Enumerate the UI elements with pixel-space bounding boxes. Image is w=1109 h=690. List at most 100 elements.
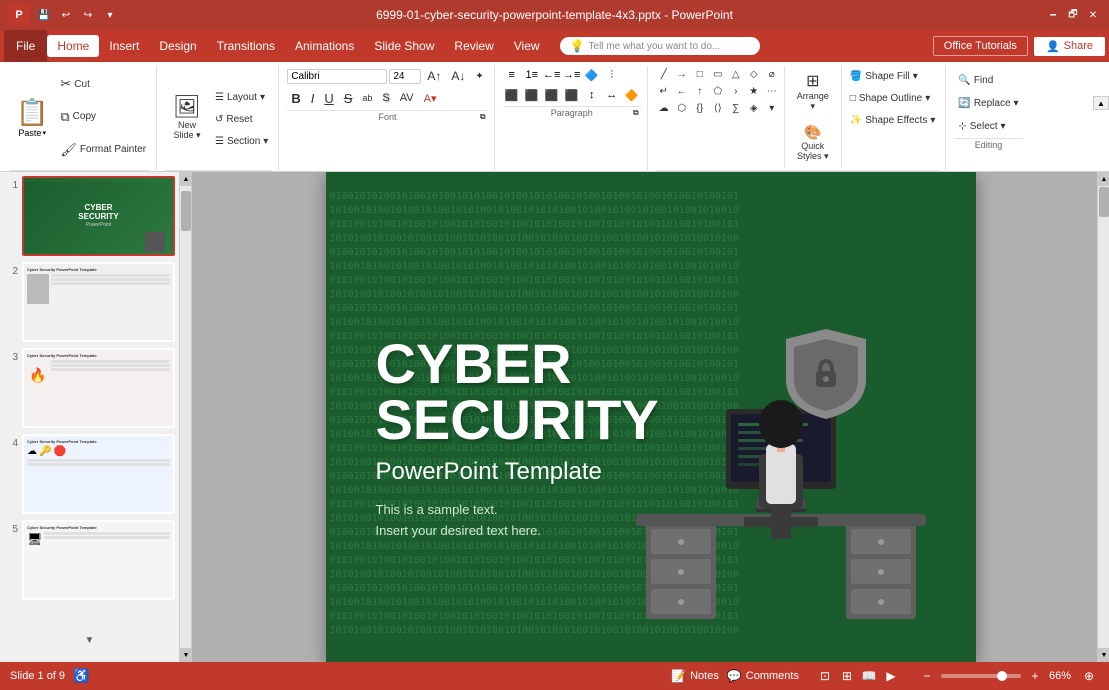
font-expand[interactable]: ⧉ [478,112,488,122]
slide-image-5[interactable]: Cyber Security PowerPoint Template 🖥 [22,520,175,600]
design-menu[interactable]: Design [149,35,206,57]
replace-button[interactable]: 🔄Replace▾ [954,93,1022,113]
smallcaps-button[interactable]: ab [358,88,376,108]
zoom-slider[interactable] [941,674,1021,678]
brace-shape[interactable]: ⟨⟩ [710,100,726,116]
scroll-down-arrow[interactable]: ▼ [0,635,179,646]
layout-button[interactable]: ☰Layout▾ [211,87,272,107]
chevron-shape[interactable]: › [728,83,744,99]
file-menu[interactable]: File [4,30,47,62]
underline-button[interactable]: U [320,88,337,108]
shape-fill-button[interactable]: 🪣Shape Fill▾ [846,66,940,86]
up-arrow-shape[interactable]: ↑ [692,83,708,99]
scroll-down-button[interactable]: ▼ [180,648,192,662]
equation-shape[interactable]: ∑ [728,100,744,116]
strikethrough-button[interactable]: S [340,88,357,108]
bracket-shape[interactable]: {} [692,100,708,116]
slide-image-4[interactable]: Cyber Security PowerPoint Template ☁ 🔑 🛑 [22,434,175,514]
align-left-button[interactable]: ⬛ [503,86,521,104]
copy-button[interactable]: ⧉Copy [56,107,150,127]
view-menu[interactable]: View [504,35,550,57]
increase-font-button[interactable]: A↑ [423,66,445,86]
collapse-ribbon-button[interactable]: ▲ [1093,96,1109,110]
slide-thumb-4[interactable]: 4 Cyber Security PowerPoint Template ☁ 🔑… [4,434,175,514]
slide-image-3[interactable]: Cyber Security PowerPoint Template 🔥 [22,348,175,428]
bold-button[interactable]: B [287,88,304,108]
callout-shape[interactable]: ☁ [656,100,672,116]
slide-panel-scrollbar[interactable]: ▲ ▼ [180,172,192,662]
shadow-button[interactable]: S [378,88,393,108]
paste-button[interactable]: 📋 Paste▾ [10,66,54,168]
font-size-input[interactable] [389,69,421,84]
left-arrow-shape[interactable]: ← [674,83,690,99]
clear-format-button[interactable]: ✦ [471,66,487,86]
align-center-button[interactable]: ⬛ [523,86,541,104]
canvas-scroll-up[interactable]: ▲ [1098,172,1109,186]
text-direction-button[interactable]: ↕ [583,86,601,104]
italic-button[interactable]: I [307,88,319,108]
slideshow-view-button[interactable]: ▶ [881,666,901,686]
align-text-button[interactable]: ↔ [603,86,621,104]
save-button[interactable]: 💾 [36,7,52,23]
curved-arrow-shape[interactable]: ↵ [656,83,672,99]
normal-view-button[interactable]: ⊡ [815,666,835,686]
align-right-button[interactable]: ⬛ [543,86,561,104]
font-color-button[interactable]: A▾ [420,88,441,108]
animations-menu[interactable]: Animations [285,35,364,57]
slide-thumb-5[interactable]: 5 Cyber Security PowerPoint Template 🖥 [4,520,175,600]
close-button[interactable]: ✕ [1085,7,1101,23]
canvas-scroll-thumb[interactable] [1099,187,1109,217]
char-spacing-button[interactable]: AV [396,88,418,108]
transitions-menu[interactable]: Transitions [207,35,285,57]
accessibility-icon[interactable]: ♿ [73,668,89,684]
select-button[interactable]: ⊹Select▾ [954,116,1022,136]
star-shape[interactable]: ★ [746,83,762,99]
tell-me-input[interactable]: Tell me what you want to do... [589,41,721,52]
canvas-scroll-down[interactable]: ▼ [1098,648,1109,662]
share-button[interactable]: 👤 Share [1034,37,1105,56]
increase-indent-button[interactable]: →≡ [563,66,581,84]
comments-button[interactable]: 💬 Comments [727,669,799,683]
quick-styles-button[interactable]: 🎨 Quick Styles ▾ [789,118,837,168]
zoom-out-button[interactable]: − [917,666,937,686]
customize-qat-button[interactable]: ▾ [102,7,118,23]
expand-shapes[interactable]: ▾ [764,100,780,116]
slide-thumb-1[interactable]: 1 01001101010010101001010010010101010100… [4,176,175,256]
smartart-button[interactable]: 🔷 [583,66,601,84]
cut-button[interactable]: ✂Cut [56,74,150,94]
new-slide-button[interactable]: 🖼 New Slide ▾ [165,82,209,152]
fit-slide-button[interactable]: ⊕ [1079,666,1099,686]
columns-button[interactable]: ⫶ [603,66,621,84]
flow-shape[interactable]: ◈ [746,100,762,116]
slide-thumb-2[interactable]: 2 Cyber Security PowerPoint Template [4,262,175,342]
cylinder-shape[interactable]: ⌀ [764,66,780,82]
rect-shape[interactable]: □ [692,66,708,82]
slideshow-menu[interactable]: Slide Show [364,35,444,57]
diamond-shape[interactable]: ◇ [746,66,762,82]
slide-canvas[interactable]: 0100101010010100101001010100101001010100… [326,172,976,662]
reading-view-button[interactable]: 📖 [859,666,879,686]
insert-menu[interactable]: Insert [99,35,149,57]
reset-button[interactable]: ↺Reset [211,109,272,129]
tell-me-box[interactable]: 💡 Tell me what you want to do... [560,37,760,55]
office-tutorials-button[interactable]: Office Tutorials [933,36,1028,56]
arrow-shape[interactable]: → [674,66,690,82]
restore-button[interactable]: 🗗 [1065,7,1081,23]
shape-outline-button[interactable]: □Shape Outline▾ [846,88,940,108]
undo-button[interactable]: ↩ [58,7,74,23]
numbering-button[interactable]: 1≡ [523,66,541,84]
decrease-indent-button[interactable]: ←≡ [543,66,561,84]
shape-effects-button[interactable]: ✨Shape Effects▾ [846,110,940,130]
slide-sorter-button[interactable]: ⊞ [837,666,857,686]
paragraph-expand[interactable]: ⧉ [631,108,641,118]
section-button[interactable]: ☰Section▾ [211,131,272,151]
rect2-shape[interactable]: ▭ [710,66,726,82]
tri-shape[interactable]: △ [728,66,744,82]
slide-thumb-3[interactable]: 3 Cyber Security PowerPoint Template 🔥 [4,348,175,428]
notes-button[interactable]: 📝 Notes [671,669,719,683]
minimize-button[interactable]: 🗕 [1045,7,1061,23]
home-menu[interactable]: Home [47,35,99,57]
arrange-button[interactable]: ⊞ Arrange ▾ [789,66,837,116]
find-button[interactable]: 🔍Find [954,70,1022,90]
hexagon-shape[interactable]: ⬡ [674,100,690,116]
